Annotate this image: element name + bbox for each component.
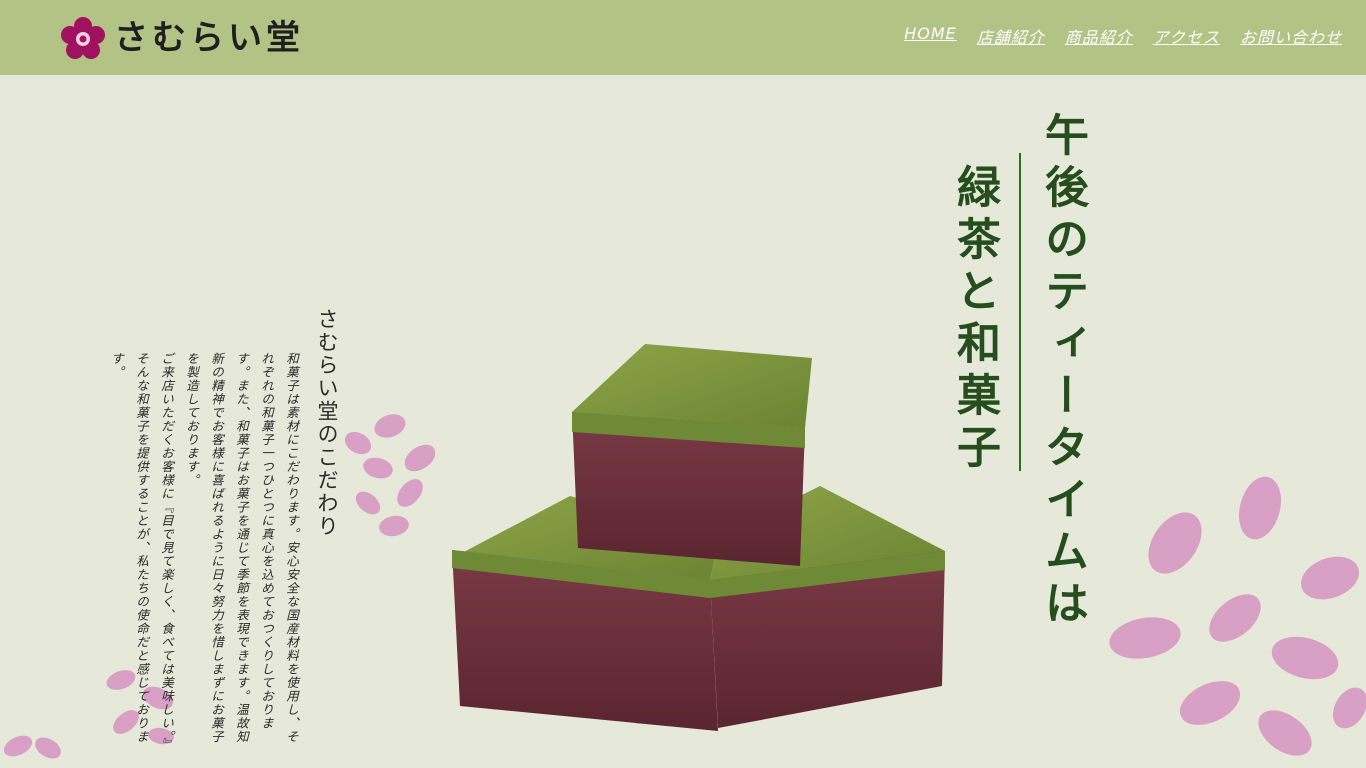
leaf-decoration	[3, 735, 61, 759]
hero-headline-main: 午後のティータイムは	[1037, 112, 1088, 632]
philosophy-title: さむらい堂のこだわり	[315, 308, 339, 538]
philosophy-paragraph: 和菓子は素材にこだわります。安心安全な国産材料を使用し、それぞれの和菓子一つひと…	[184, 352, 299, 744]
philosophy-paragraph: ご来店いただくお客様に『目で見て楽しく、食べては美味しい。』そんな和菓子を提供す…	[109, 352, 174, 745]
yokan-dessert-image	[452, 344, 945, 731]
plum-blossom-logo-icon	[61, 17, 105, 59]
nav-link-contact[interactable]: お問い合わせ	[1240, 24, 1342, 48]
nav-link-home[interactable]: HOME	[904, 24, 957, 48]
nav-link-access[interactable]: アクセス	[1153, 24, 1220, 48]
leaf-decoration	[344, 414, 436, 537]
nav-link-store-info[interactable]: 店舗紹介	[977, 24, 1045, 48]
nav-link-products[interactable]: 商品紹介	[1065, 24, 1133, 48]
leaf-decoration	[1109, 476, 1366, 756]
philosophy-text: 和菓子は素材にこだわります。安心安全な国産材料を使用し、それぞれの和菓子一つひと…	[104, 352, 304, 747]
main-nav: HOME 店舗紹介 商品紹介 アクセス お問い合わせ	[904, 24, 1342, 48]
site-header: さむらい堂 HOME 店舗紹介 商品紹介 アクセス お問い合わせ	[0, 0, 1366, 75]
brand-name: さむらい堂	[114, 18, 304, 58]
hero-headline-sub: 緑茶と和菓子	[949, 164, 1000, 476]
site-logo[interactable]: さむらい堂	[60, 16, 304, 60]
headline-divider	[1019, 153, 1021, 471]
